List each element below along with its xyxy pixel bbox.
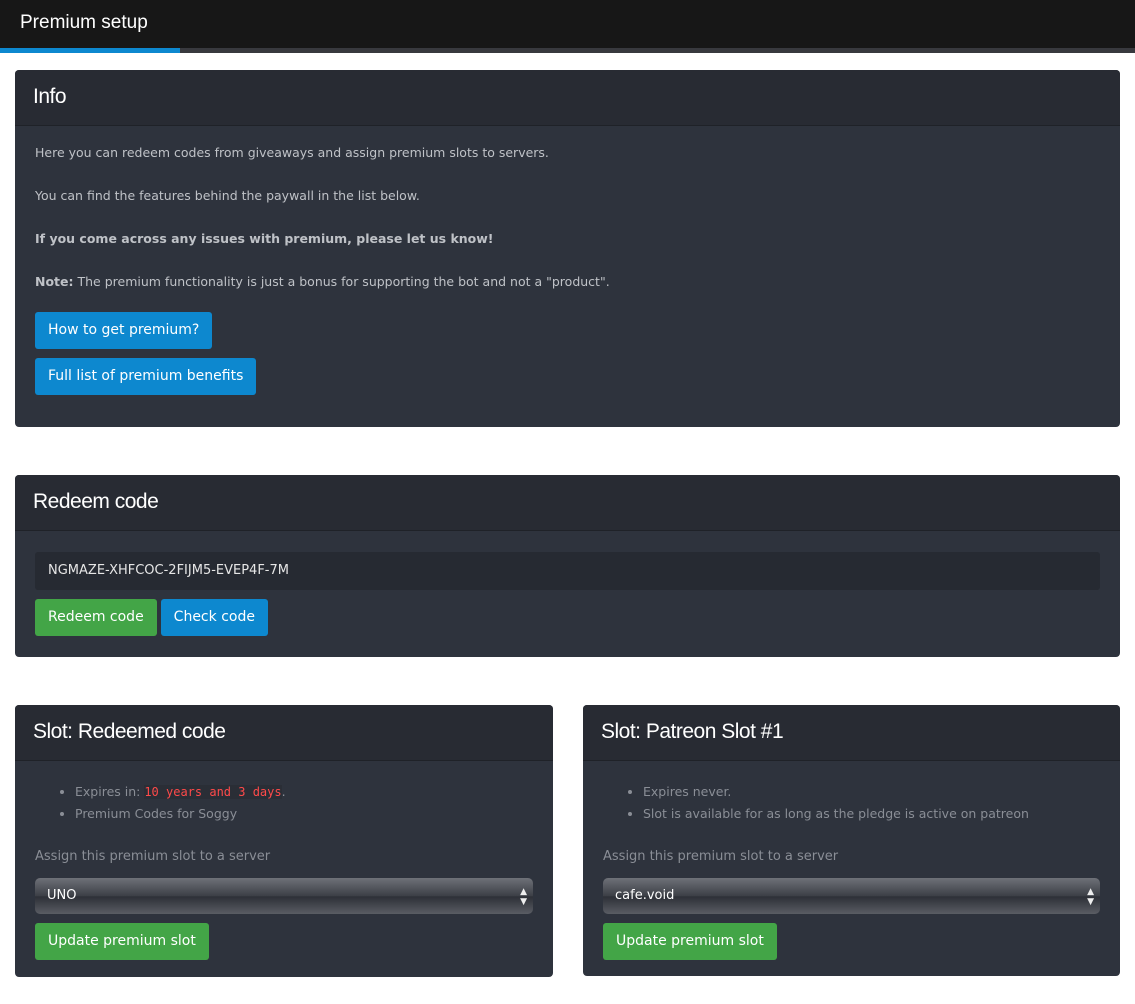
slot-expiry: Expires in: 10 years and 3 days. [75,781,533,803]
note-label: Note: [35,274,74,289]
info-text-4: Note: The premium functionality is just … [35,273,1100,291]
assign-label: Assign this premium slot to a server [603,849,839,864]
slot-panel-patreon: Slot: Patreon Slot #1 Expires never. Slo… [583,705,1120,976]
page-title: Premium setup [20,12,148,33]
server-select-value: UNO [47,888,77,903]
active-tab-indicator [0,48,180,53]
info-text-1: Here you can redeem codes from giveaways… [35,145,549,160]
info-text-2: You can find the features behind the pay… [35,188,420,203]
expiry-value: 10 years and 3 days [144,785,282,799]
slot-note: Premium Codes for Soggy [75,803,533,825]
top-bar: Premium setup [0,0,1135,48]
slot-expiry: Expires never. [643,781,1100,803]
expiry-label: Expires in: [75,784,145,799]
slot-note: Slot is available for as long as the ple… [643,803,1100,825]
redeem-title: Redeem code [15,475,1120,531]
note-text: The premium functionality is just a bonu… [73,274,610,289]
how-to-get-premium-button[interactable]: How to get premium? [35,312,213,349]
select-arrows-icon: ▲ ▼ [520,887,527,907]
update-slot-button[interactable]: Update premium slot [35,923,209,960]
slot-title: Slot: Patreon Slot #1 [583,705,1120,761]
server-select[interactable]: UNO ▲ ▼ [35,878,533,914]
check-code-button[interactable]: Check code [160,599,268,636]
redeem-code-button[interactable]: Redeem code [35,599,157,636]
info-panel: Info Here you can redeem codes from give… [15,70,1120,427]
select-arrows-icon: ▲ ▼ [1087,887,1094,907]
slot-panel-redeemed: Slot: Redeemed code Expires in: 10 years… [15,705,553,977]
tab-indicator [0,48,1135,53]
code-input[interactable]: NGMAZE-XHFCOC-2FIJM5-EVEP4F-7M [35,552,1100,590]
server-select[interactable]: cafe.void ▲ ▼ [603,878,1100,914]
update-slot-button[interactable]: Update premium slot [603,923,777,960]
info-title: Info [15,70,1120,126]
server-select-value: cafe.void [615,888,675,903]
premium-benefits-button[interactable]: Full list of premium benefits [35,358,257,395]
info-text-3: If you come across any issues with premi… [35,231,494,246]
assign-label: Assign this premium slot to a server [35,849,271,864]
expiry-suffix: . [281,784,286,799]
redeem-panel: Redeem code NGMAZE-XHFCOC-2FIJM5-EVEP4F-… [15,475,1120,657]
slot-title: Slot: Redeemed code [15,705,553,761]
